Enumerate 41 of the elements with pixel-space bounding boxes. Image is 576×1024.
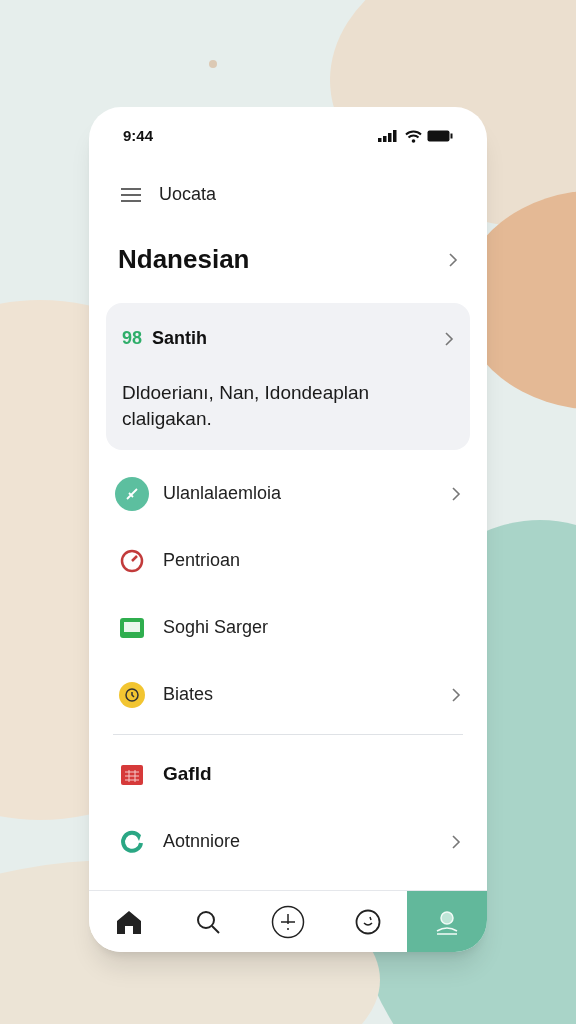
card-title: Santih: [152, 327, 208, 350]
chevron-icon: [451, 833, 461, 850]
signal-icon: [378, 130, 400, 142]
background-dot: [209, 60, 217, 68]
item-label: Aotnniore: [163, 830, 242, 853]
section-title: Ndanesian: [118, 243, 250, 276]
menu-item[interactable]: Gafld: [89, 741, 487, 808]
count-label: 98: [122, 327, 143, 350]
menu-item[interactable]: Aotnniore: [89, 808, 487, 875]
battery-icon: [427, 130, 453, 142]
chevron-icon: [451, 686, 461, 703]
chevron-icon: [451, 485, 461, 502]
add-icon: [271, 904, 305, 939]
pen-icon: [115, 476, 149, 511]
menu-item[interactable]: Ulanlalaemloia: [89, 460, 487, 527]
clock-icon: [118, 680, 146, 709]
status-time: 9:44: [123, 125, 154, 146]
wifi-icon: [405, 129, 422, 143]
item-label: Soghi Sarger: [163, 616, 270, 639]
menu-item[interactable]: Pentrioan: [89, 527, 487, 594]
gauge-icon: [119, 547, 145, 574]
chevron-icon: [444, 330, 454, 347]
refresh-icon: [119, 828, 145, 855]
calendar-icon: [120, 763, 144, 786]
home-icon: [114, 908, 143, 935]
app-title: Uocata: [159, 183, 217, 206]
menu-item[interactable]: Biates: [89, 661, 487, 728]
face-icon: [354, 908, 381, 935]
item-label: Pentrioan: [163, 549, 242, 572]
menu-icon[interactable]: [121, 187, 141, 202]
card-description: Dldoerianı, Nan, Idondeaplan claligakan.: [122, 381, 371, 431]
item-label: Ulanlalaemloia: [163, 482, 283, 505]
info-card[interactable]: 98 Santih Dldoerianı, Nan, Idondeaplan claligakan.: [106, 303, 470, 450]
tab-button[interactable]: [89, 891, 169, 952]
section-row[interactable]: Ndanesian: [89, 240, 487, 279]
item-label: Gafld: [163, 762, 213, 787]
chevron-icon: [448, 251, 458, 268]
item-label: Biates: [163, 683, 215, 706]
menu-item[interactable]: Soghi Sarger: [89, 594, 487, 661]
screen-icon: [119, 616, 145, 639]
search-icon: [195, 908, 222, 935]
